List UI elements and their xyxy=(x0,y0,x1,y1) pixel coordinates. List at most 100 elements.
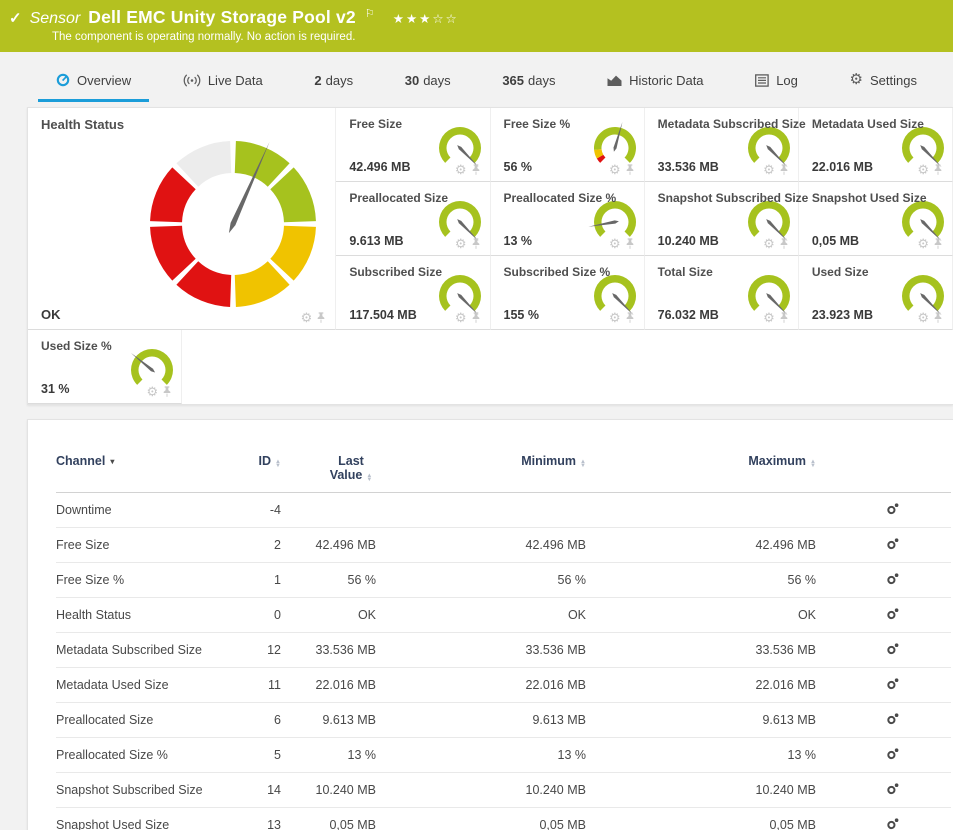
tab-label: Log xyxy=(776,73,798,88)
cell-channel[interactable]: Snapshot Used Size xyxy=(56,808,231,830)
channel-settings-icon[interactable] xyxy=(886,607,899,620)
cell-last-value: 33.536 MB xyxy=(281,633,376,668)
pin-icon[interactable] xyxy=(779,311,789,324)
gear-icon[interactable]: ⚙ xyxy=(763,164,775,176)
pin-icon[interactable] xyxy=(316,311,326,324)
gauge-tile-preallocated-size-pct: Preallocated Size % 13 % ⚙ xyxy=(491,182,645,256)
channel-settings-icon[interactable] xyxy=(886,677,899,690)
channel-settings-icon[interactable] xyxy=(886,817,899,830)
pin-icon[interactable] xyxy=(779,237,789,250)
pin-icon[interactable] xyxy=(779,163,789,176)
cell-last-value: OK xyxy=(281,598,376,633)
column-header-channel[interactable]: Channel▾ xyxy=(56,454,114,468)
cell-channel[interactable]: Metadata Used Size xyxy=(56,668,231,703)
cell-maximum: 9.613 MB xyxy=(586,703,816,738)
channel-settings-icon[interactable] xyxy=(886,782,899,795)
cell-channel[interactable]: Metadata Subscribed Size xyxy=(56,633,231,668)
gauge-icon xyxy=(56,73,70,87)
pin-icon[interactable] xyxy=(625,163,635,176)
column-header-maximum[interactable]: Maximum▲▼ xyxy=(748,454,816,468)
cell-minimum: 9.613 MB xyxy=(376,703,586,738)
cell-channel[interactable]: Preallocated Size xyxy=(56,703,231,738)
tab-live-data[interactable]: Live Data xyxy=(165,61,281,102)
tab-log[interactable]: Log xyxy=(737,61,816,102)
log-icon xyxy=(755,74,769,87)
gear-icon[interactable]: ⚙ xyxy=(455,312,467,324)
tab-number: 2 xyxy=(314,73,321,88)
cell-id: -4 xyxy=(231,493,281,528)
gauge-tile-preallocated-size: Preallocated Size 9.613 MB ⚙ xyxy=(336,182,490,256)
pin-icon[interactable] xyxy=(471,163,481,176)
cell-id: 0 xyxy=(231,598,281,633)
flag-icon[interactable]: ⚐ xyxy=(365,7,375,20)
sensor-status-banner: ✓ Sensor Dell EMC Unity Storage Pool v2 … xyxy=(0,0,953,52)
pin-icon[interactable] xyxy=(162,385,172,398)
status-check-icon: ✓ xyxy=(9,9,22,27)
cell-maximum: 33.536 MB xyxy=(586,633,816,668)
gear-icon[interactable]: ⚙ xyxy=(147,386,159,398)
pin-icon[interactable] xyxy=(471,237,481,250)
pin-icon[interactable] xyxy=(625,237,635,250)
gauge-tile-total-size: Total Size 76.032 MB ⚙ xyxy=(645,256,799,330)
gear-icon[interactable]: ⚙ xyxy=(917,312,929,324)
gear-icon[interactable]: ⚙ xyxy=(763,312,775,324)
gear-icon[interactable]: ⚙ xyxy=(609,312,621,324)
channel-settings-icon[interactable] xyxy=(886,537,899,550)
gauge-value: 23.923 MB xyxy=(812,308,873,322)
gauge-title: Subscribed Size xyxy=(349,265,442,279)
tab-historic-data[interactable]: Historic Data xyxy=(589,61,721,102)
gauge-value: 117.504 MB xyxy=(349,308,416,322)
pin-icon[interactable] xyxy=(933,237,943,250)
gear-icon[interactable]: ⚙ xyxy=(455,238,467,250)
channel-settings-icon[interactable] xyxy=(886,502,899,515)
gear-icon[interactable]: ⚙ xyxy=(763,238,775,250)
gear-icon[interactable]: ⚙ xyxy=(609,238,621,250)
column-header-last-value[interactable]: Last Value▲▼ xyxy=(326,454,376,482)
gear-icon[interactable]: ⚙ xyxy=(301,312,313,324)
pin-icon[interactable] xyxy=(625,311,635,324)
cell-id: 2 xyxy=(231,528,281,563)
table-row-health-status: Health Status 0 OK OK OK xyxy=(56,598,951,633)
gear-icon[interactable]: ⚙ xyxy=(917,164,929,176)
cell-channel[interactable]: Free Size xyxy=(56,528,231,563)
tab-label: Settings xyxy=(870,73,917,88)
tab-30-days[interactable]: 30days xyxy=(387,61,469,102)
cell-channel[interactable]: Free Size % xyxy=(56,563,231,598)
gauge-title: Used Size % xyxy=(41,339,112,353)
gauge-tile-subscribed-size-pct: Subscribed Size % 155 % ⚙ xyxy=(491,256,645,330)
cell-channel[interactable]: Health Status xyxy=(56,598,231,633)
cell-id: 5 xyxy=(231,738,281,773)
column-header-id[interactable]: ID▲▼ xyxy=(259,454,281,468)
channel-settings-icon[interactable] xyxy=(886,747,899,760)
gauge-value: 10.240 MB xyxy=(658,234,719,248)
gear-icon[interactable]: ⚙ xyxy=(609,164,621,176)
chart-icon xyxy=(607,74,622,87)
cell-last-value: 10.240 MB xyxy=(281,773,376,808)
channel-settings-icon[interactable] xyxy=(886,572,899,585)
tab-label: days xyxy=(423,73,450,88)
tab-365-days[interactable]: 365days xyxy=(484,61,573,102)
channel-settings-icon[interactable] xyxy=(886,642,899,655)
column-header-minimum[interactable]: Minimum▲▼ xyxy=(521,454,586,468)
cell-channel[interactable]: Preallocated Size % xyxy=(56,738,231,773)
tab-settings[interactable]: ⚙Settings xyxy=(832,61,935,102)
channel-settings-icon[interactable] xyxy=(886,712,899,725)
cell-channel[interactable]: Snapshot Subscribed Size xyxy=(56,773,231,808)
cell-maximum: 10.240 MB xyxy=(586,773,816,808)
gear-icon[interactable]: ⚙ xyxy=(455,164,467,176)
gauge-tile-free-size-pct: Free Size % 56 % ⚙ xyxy=(491,108,645,182)
gear-icon[interactable]: ⚙ xyxy=(917,238,929,250)
cell-id: 1 xyxy=(231,563,281,598)
cell-channel[interactable]: Downtime xyxy=(56,493,231,528)
pin-icon[interactable] xyxy=(933,163,943,176)
overview-gauges-panel: Health Status OK ⚙ Free Size 42.496 MB ⚙… xyxy=(27,107,953,405)
pin-icon[interactable] xyxy=(471,311,481,324)
priority-stars[interactable]: ★★★☆☆ xyxy=(393,11,459,26)
gauge-tile-subscribed-size: Subscribed Size 117.504 MB ⚙ xyxy=(336,256,490,330)
tab-2-days[interactable]: 2days xyxy=(296,61,371,102)
tab-overview[interactable]: Overview xyxy=(38,61,149,102)
pin-icon[interactable] xyxy=(933,311,943,324)
gauge-title: Free Size % xyxy=(504,117,571,131)
cell-last-value xyxy=(281,493,376,528)
cell-last-value: 9.613 MB xyxy=(281,703,376,738)
